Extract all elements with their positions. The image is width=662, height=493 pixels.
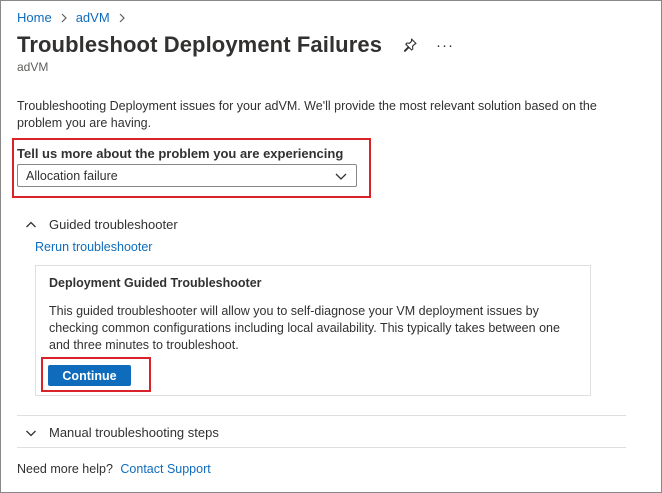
- page-subtitle: adVM: [17, 60, 49, 74]
- rerun-troubleshooter-link[interactable]: Rerun troubleshooter: [35, 240, 152, 254]
- manual-troubleshooting-header[interactable]: Manual troubleshooting steps: [25, 425, 219, 440]
- pin-icon[interactable]: [402, 37, 418, 53]
- breadcrumb-home[interactable]: Home: [17, 10, 52, 25]
- guided-troubleshooter-label: Guided troubleshooter: [49, 217, 178, 232]
- more-icon[interactable]: ···: [436, 38, 454, 53]
- card-text: This guided troubleshooter will allow yo…: [49, 304, 560, 352]
- continue-button[interactable]: Continue: [48, 365, 131, 386]
- contact-support-link[interactable]: Contact Support: [120, 462, 210, 476]
- card-title: Deployment Guided Troubleshooter: [49, 276, 262, 290]
- manual-troubleshooting-label: Manual troubleshooting steps: [49, 425, 219, 440]
- section-divider: [17, 415, 626, 416]
- title-row: Troubleshoot Deployment Failures ···: [17, 32, 454, 58]
- page-title: Troubleshoot Deployment Failures: [17, 32, 383, 57]
- chevron-right-icon: [118, 13, 126, 23]
- chevron-up-icon: [25, 219, 37, 231]
- breadcrumb-advm[interactable]: adVM: [76, 10, 110, 25]
- chevron-right-icon: [60, 13, 68, 23]
- chevron-down-icon: [334, 169, 348, 183]
- chevron-down-icon: [25, 427, 37, 439]
- guided-troubleshooter-header[interactable]: Guided troubleshooter: [25, 217, 178, 232]
- problem-label: Tell us more about the problem you are e…: [17, 146, 344, 161]
- help-text: Need more help?: [17, 462, 113, 476]
- problem-dropdown[interactable]: Allocation failure: [17, 164, 357, 187]
- description-text: Troubleshooting Deployment issues for yo…: [17, 99, 597, 130]
- problem-dropdown-value: Allocation failure: [26, 168, 118, 183]
- breadcrumb: Home adVM: [17, 10, 134, 25]
- help-row: Need more help? Contact Support: [17, 462, 211, 476]
- section-divider: [17, 447, 626, 448]
